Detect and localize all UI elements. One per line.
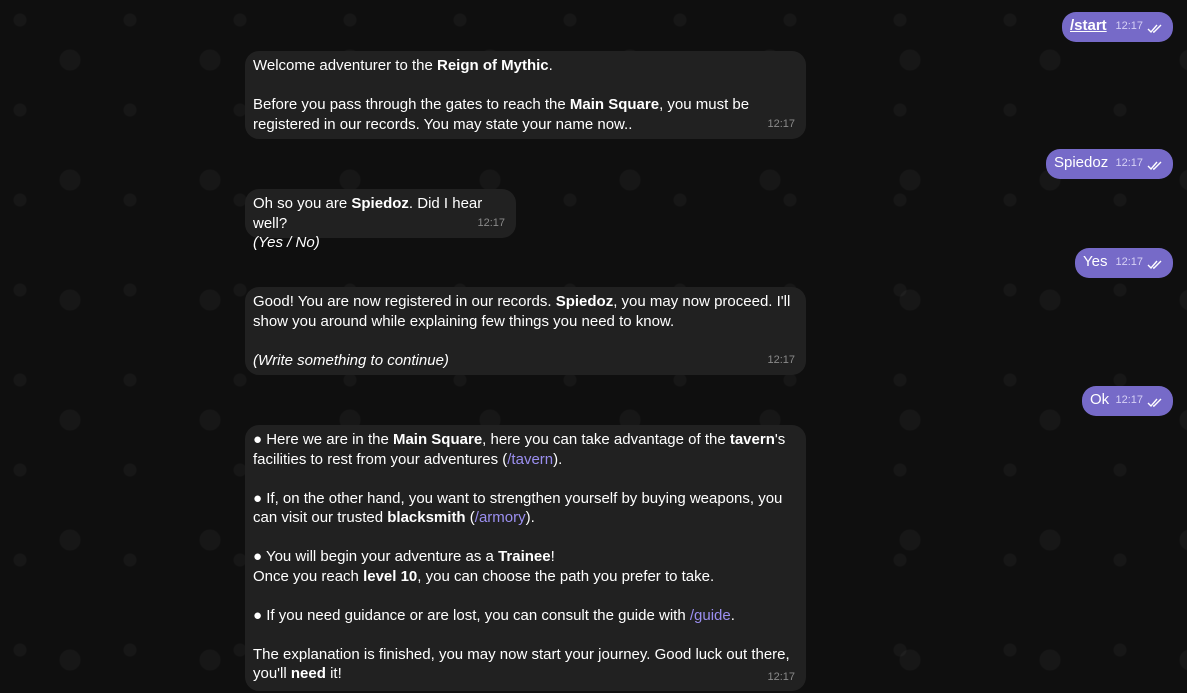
armory-command-link[interactable]: /armory [475,509,526,526]
message-text: ● If, on the other hand, you want to str… [253,489,783,507]
double-check-icon [1147,161,1162,171]
message-time: 12:17 [767,117,795,130]
message-text: (Write something to continue) [253,351,449,369]
message-text: show you around while explaining few thi… [253,312,675,330]
message-text: Spiedoz [1054,154,1109,171]
message-text: Oh so you are Spiedoz. Did I hear well? [253,195,483,232]
message-text: The explanation is finished, you may now… [253,645,790,663]
message-time: 12:17 [1115,255,1143,268]
double-check-icon [1147,398,1162,408]
message-text: registered in our records. You may state… [253,115,633,133]
message-text: ● Here we are in the Main Square, here y… [253,431,786,448]
message-text: you'll need it! [253,665,342,682]
message-text: can visit our trusted blacksmith (/armor… [253,509,535,526]
start-command-link[interactable]: /start [1070,17,1107,34]
message-text: Welcome adventurer to the Reign of Mythi… [253,57,553,74]
message-text: Yes [1083,253,1108,270]
message-text: Good! You are now registered in our reco… [253,293,791,310]
message-text: Ok [1090,391,1110,408]
message-text: Once you reach level 10, you can choose … [253,567,715,585]
incoming-message[interactable]: Oh so you are Spiedoz. Did I hear well? … [245,189,516,251]
message-text: (Yes / No) [253,234,320,251]
message-text: facilities to rest from your adventures … [253,450,563,468]
outgoing-message[interactable]: Ok 12:17 [1082,386,1173,416]
guide-command-link[interactable]: /guide [690,607,731,624]
message-time: 12:17 [767,670,795,683]
incoming-message[interactable]: ● Here we are in the Main Square, here y… [245,425,806,691]
outgoing-message[interactable]: /start 12:17 [1062,12,1173,42]
message-text: ● If you need guidance or are lost, you … [253,606,735,624]
message-time: 12:17 [1115,19,1143,32]
incoming-message[interactable]: Welcome adventurer to the Reign of Mythi… [245,51,806,139]
message-time: 12:17 [767,353,795,366]
outgoing-message[interactable]: Yes 12:17 [1075,248,1173,278]
message-time: 12:17 [1115,156,1143,169]
incoming-message[interactable]: Good! You are now registered in our reco… [245,287,806,375]
message-time: 12:17 [477,216,505,229]
double-check-icon [1147,260,1162,270]
message-text: ● You will begin your adventure as a Tra… [253,548,555,565]
outgoing-message[interactable]: Spiedoz 12:17 [1046,149,1173,179]
message-time: 12:17 [1115,393,1143,406]
message-text: Before you pass through the gates to rea… [253,96,750,113]
tavern-command-link[interactable]: /tavern [507,451,553,468]
double-check-icon [1147,24,1162,34]
